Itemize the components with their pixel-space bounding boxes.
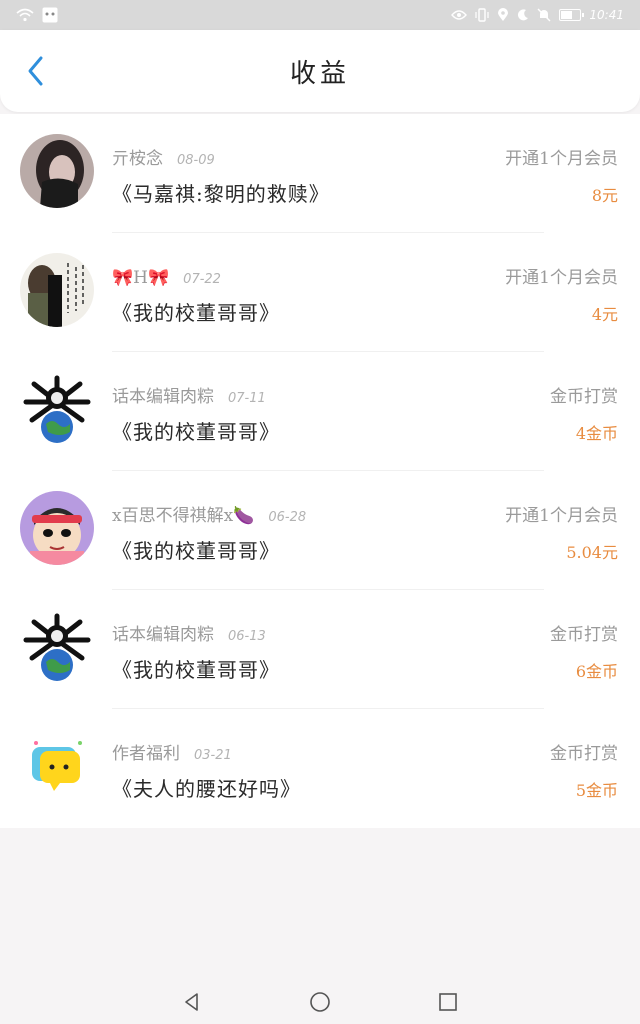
eye-icon [451,9,468,21]
earning-row[interactable]: 亓桉念 08-09 开通1个月会员 《马嘉祺:黎明的救赎》 8元 [0,114,640,233]
book-title: 《我的校董哥哥》 [112,301,280,325]
status-bar: 10:41 [0,0,640,30]
book-title: 《我的校董哥哥》 [112,658,280,682]
name-date-group: 话本编辑肉粽 07-11 [112,382,266,407]
earning-type: 金币打赏 [550,744,618,764]
earning-row-body: 🎀H🎀 07-22 开通1个月会员 《我的校董哥哥》 4元 [112,263,618,326]
earning-amount: 8元 [591,186,618,205]
status-left [16,7,58,23]
earning-row-body: 作者福利 03-21 金币打赏 《夫人的腰还好吗》 5金币 [112,739,618,802]
app-notification-icon [42,7,58,23]
status-time: 10:41 [589,8,624,22]
location-icon [497,8,509,22]
earning-row[interactable]: 话本编辑肉粽 06-13 金币打赏 《我的校董哥哥》 6金币 [0,590,640,709]
moon-icon [517,9,529,21]
earning-amount: 4金币 [575,424,618,443]
earning-detail: 《我的校董哥哥》 6金币 [112,654,618,683]
battery-fill [561,11,573,19]
earning-meta: 话本编辑肉粽 06-13 金币打赏 [112,620,618,646]
avatar[interactable] [20,134,94,208]
earning-type: 金币打赏 [550,625,618,645]
earning-type: 金币打赏 [550,387,618,407]
earning-detail: 《我的校董哥哥》 4元 [112,297,618,326]
book-title: 《我的校董哥哥》 [112,420,280,444]
earning-detail: 《我的校董哥哥》 4金币 [112,416,618,445]
earning-amount: 5.04元 [566,543,618,562]
date: 07-22 [183,272,221,287]
avatar[interactable] [20,610,94,684]
book-title: 《夫人的腰还好吗》 [112,777,301,801]
circle-home-icon [310,992,330,1012]
name-date-group: 🎀H🎀 07-22 [112,268,221,288]
recents-nav-button[interactable] [436,990,460,1014]
earning-type: 开通1个月会员 [505,149,618,169]
book-title: 《马嘉祺:黎明的救赎》 [112,182,330,206]
date: 07-11 [228,391,266,406]
triangle-back-icon [185,993,198,1011]
earning-type: 开通1个月会员 [505,506,618,526]
name-date-group: x百思不得祺解x🍆 06-28 [112,501,306,526]
username: 作者福利 [112,744,180,764]
square-recents-icon [439,993,457,1011]
username: 话本编辑肉粽 [112,387,214,407]
home-nav-button[interactable] [308,990,332,1014]
page-title: 收益 [289,58,350,89]
username: 🎀H🎀 [112,268,170,288]
earning-meta: 作者福利 03-21 金币打赏 [112,739,618,765]
chevron-left-icon [28,56,43,86]
earning-row-body: 话本编辑肉粽 06-13 金币打赏 《我的校董哥哥》 6金币 [112,620,618,683]
earning-row[interactable]: x百思不得祺解x🍆 06-28 开通1个月会员 《我的校董哥哥》 5.04元 [0,471,640,590]
earning-row-body: 亓桉念 08-09 开通1个月会员 《马嘉祺:黎明的救赎》 8元 [112,144,618,207]
mute-icon [537,8,551,22]
earning-detail: 《马嘉祺:黎明的救赎》 8元 [112,178,618,207]
earning-meta: x百思不得祺解x🍆 06-28 开通1个月会员 [112,501,618,527]
earning-detail: 《我的校董哥哥》 5.04元 [112,535,618,564]
avatar[interactable] [20,491,94,565]
earnings-list: 亓桉念 08-09 开通1个月会员 《马嘉祺:黎明的救赎》 8元 🎀H🎀 07-… [0,114,640,828]
back-nav-button[interactable] [180,990,204,1014]
earning-row[interactable]: 话本编辑肉粽 07-11 金币打赏 《我的校董哥哥》 4金币 [0,352,640,471]
username: x百思不得祺解x🍆 [112,506,255,526]
date: 08-09 [177,153,215,168]
name-date-group: 话本编辑肉粽 06-13 [112,620,266,645]
avatar[interactable] [20,729,94,803]
earning-meta: 亓桉念 08-09 开通1个月会员 [112,144,618,170]
earning-row-body: 话本编辑肉粽 07-11 金币打赏 《我的校董哥哥》 4金币 [112,382,618,445]
username: 亓桉念 [112,149,163,169]
date: 06-13 [228,629,266,644]
system-nav-bar [0,980,640,1024]
avatar[interactable] [20,253,94,327]
avatar[interactable] [20,372,94,446]
header: 收益 [0,30,640,112]
status-right: 10:41 [451,8,624,22]
name-date-group: 亓桉念 08-09 [112,144,215,169]
earning-row[interactable]: 🎀H🎀 07-22 开通1个月会员 《我的校董哥哥》 4元 [0,233,640,352]
earning-amount: 6金币 [575,662,618,681]
earning-type: 开通1个月会员 [505,268,618,288]
earning-row[interactable]: 作者福利 03-21 金币打赏 《夫人的腰还好吗》 5金币 [0,709,640,828]
earning-meta: 🎀H🎀 07-22 开通1个月会员 [112,263,618,289]
name-date-group: 作者福利 03-21 [112,739,232,764]
earning-meta: 话本编辑肉粽 07-11 金币打赏 [112,382,618,408]
earning-amount: 4元 [591,305,618,324]
date: 03-21 [194,748,232,763]
username: 话本编辑肉粽 [112,625,214,645]
battery-icon [559,9,585,21]
back-button[interactable] [18,54,52,88]
earning-row-body: x百思不得祺解x🍆 06-28 开通1个月会员 《我的校董哥哥》 5.04元 [112,501,618,564]
book-title: 《我的校董哥哥》 [112,539,280,563]
wifi-icon [16,8,34,22]
vibrate-icon [475,8,490,22]
earning-detail: 《夫人的腰还好吗》 5金币 [112,773,618,802]
earning-amount: 5金币 [575,781,618,800]
date: 06-28 [268,510,307,525]
